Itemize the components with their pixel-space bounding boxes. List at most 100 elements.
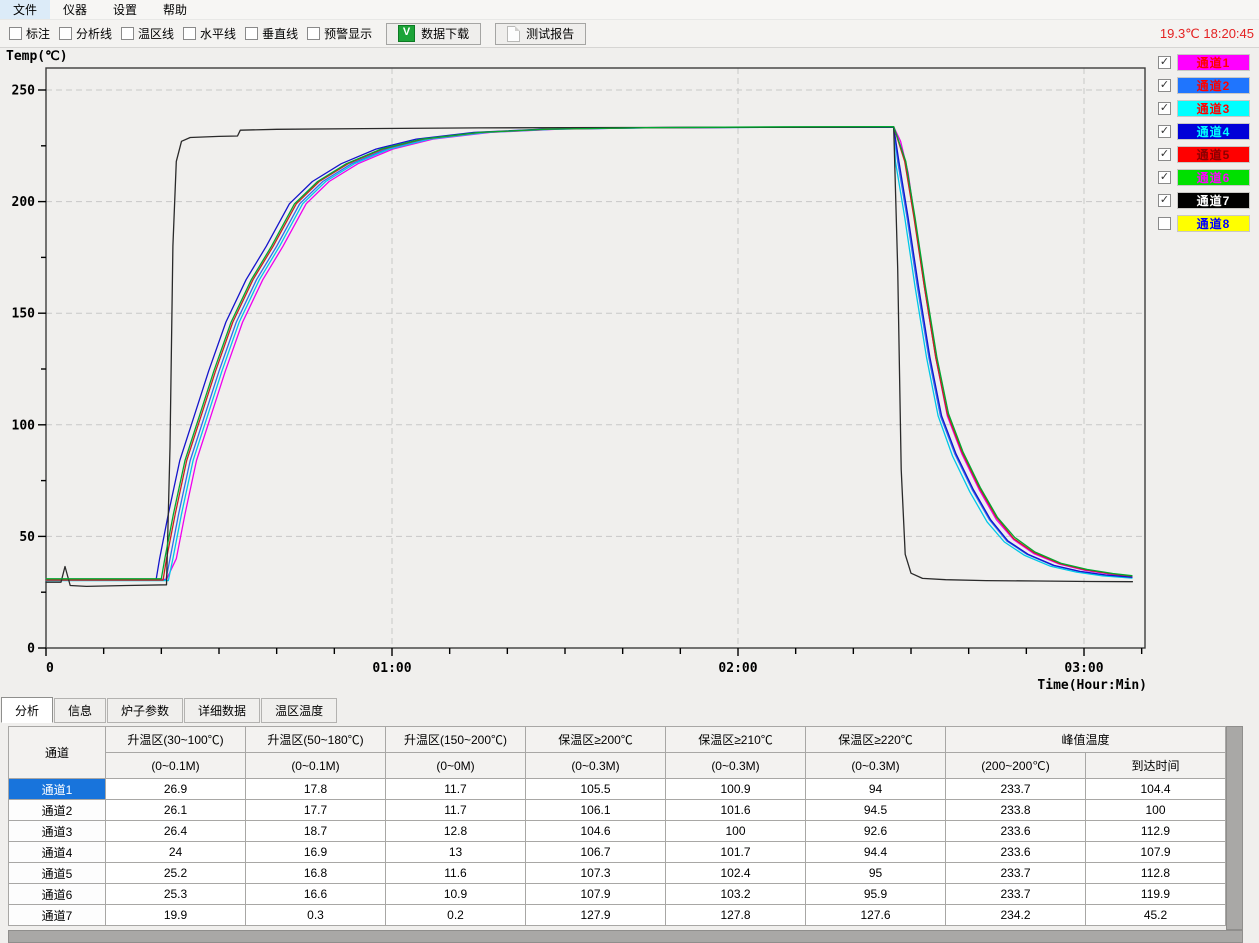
channel-label-chip[interactable]: 通道7 bbox=[1177, 192, 1250, 209]
toolbar-checkbox-2[interactable]: 分析线 bbox=[59, 25, 112, 42]
table-cell: 95.9 bbox=[806, 884, 946, 905]
channel-label-chip[interactable]: 通道5 bbox=[1177, 146, 1250, 163]
channel-checkbox[interactable]: ✓ bbox=[1158, 194, 1171, 207]
plot-frame bbox=[46, 68, 1145, 648]
column-header-sub: (0~0.3M) bbox=[526, 753, 666, 779]
column-header-group: 保温区≥200℃ bbox=[526, 727, 666, 753]
checkbox-icon[interactable] bbox=[59, 27, 72, 40]
channel-checkbox[interactable]: ✓ bbox=[1158, 171, 1171, 184]
row-header-channel[interactable]: 通道5 bbox=[9, 863, 106, 884]
data-download-button[interactable]: V数据下载 bbox=[386, 23, 481, 45]
table-row-channel-3[interactable]: 通道326.418.712.8104.610092.6233.6112.9 bbox=[9, 821, 1226, 842]
channel-legend: ✓ 通道1 ✓ 通道2 ✓ 通道3 ✓ 通道4 ✓ 通道5 ✓ 通道6 ✓ 通道7 通道8 bbox=[1158, 54, 1258, 238]
table-cell: 112.8 bbox=[1086, 863, 1226, 884]
channel-checkbox[interactable]: ✓ bbox=[1158, 125, 1171, 138]
menu-item-4[interactable]: 帮助 bbox=[150, 0, 200, 20]
series-line-通道6 bbox=[46, 127, 1132, 579]
column-header-sub: (0~0.1M) bbox=[106, 753, 246, 779]
checkbox-icon[interactable] bbox=[121, 27, 134, 40]
channel-label-chip[interactable]: 通道6 bbox=[1177, 169, 1250, 186]
channel-checkbox[interactable]: ✓ bbox=[1158, 102, 1171, 115]
toolbar-checkbox-label: 分析线 bbox=[76, 25, 112, 42]
column-header-group: 保温区≥220℃ bbox=[806, 727, 946, 753]
table-cell: 100 bbox=[666, 821, 806, 842]
row-header-channel[interactable]: 通道3 bbox=[9, 821, 106, 842]
table-cell: 26.9 bbox=[106, 779, 246, 800]
y-tick-label: 200 bbox=[12, 195, 36, 210]
toolbar-checkbox-4[interactable]: 水平线 bbox=[183, 25, 236, 42]
table-cell: 0.2 bbox=[386, 905, 526, 926]
table-cell: 24 bbox=[106, 842, 246, 863]
tab-2[interactable]: 信息 bbox=[54, 698, 106, 723]
series-line-通道1 bbox=[46, 127, 1132, 580]
table-header-row-1: 通道升温区(30~100℃)升温区(50~180℃)升温区(150~200℃)保… bbox=[9, 727, 1226, 753]
table-cell: 0.3 bbox=[246, 905, 386, 926]
table-cell: 127.9 bbox=[526, 905, 666, 926]
toolbar-checkbox-5[interactable]: 垂直线 bbox=[245, 25, 298, 42]
column-header-sub: (200~200℃) bbox=[946, 753, 1086, 779]
series-line-通道2 bbox=[46, 127, 1132, 580]
table-cell: 18.7 bbox=[246, 821, 386, 842]
table-row-channel-4[interactable]: 通道42416.913106.7101.794.4233.6107.9 bbox=[9, 842, 1226, 863]
legend-row-channel-2: ✓ 通道2 bbox=[1158, 77, 1258, 94]
toolbar-checkbox-6[interactable]: 预警显示 bbox=[307, 25, 372, 42]
channel-label-chip[interactable]: 通道3 bbox=[1177, 100, 1250, 117]
table-cell: 233.7 bbox=[946, 884, 1086, 905]
row-header-channel[interactable]: 通道6 bbox=[9, 884, 106, 905]
horizontal-scrollbar[interactable] bbox=[8, 930, 1243, 943]
checkbox-icon[interactable] bbox=[245, 27, 258, 40]
channel-checkbox[interactable]: ✓ bbox=[1158, 56, 1171, 69]
checkbox-icon[interactable] bbox=[307, 27, 320, 40]
table-row-channel-2[interactable]: 通道226.117.711.7106.1101.694.5233.8100 bbox=[9, 800, 1226, 821]
table-cell: 100.9 bbox=[666, 779, 806, 800]
table-cell: 104.4 bbox=[1086, 779, 1226, 800]
toolbar-checkbox-1[interactable]: 标注 bbox=[9, 25, 50, 42]
table-cell: 94.4 bbox=[806, 842, 946, 863]
table-cell: 25.3 bbox=[106, 884, 246, 905]
x-axis-title: Time(Hour:Min) bbox=[1037, 678, 1147, 693]
channel-label-chip[interactable]: 通道2 bbox=[1177, 77, 1250, 94]
tab-4[interactable]: 详细数据 bbox=[184, 698, 260, 723]
channel-label-chip[interactable]: 通道1 bbox=[1177, 54, 1250, 71]
table-row-channel-6[interactable]: 通道625.316.610.9107.9103.295.9233.7119.9 bbox=[9, 884, 1226, 905]
legend-row-channel-3: ✓ 通道3 bbox=[1158, 100, 1258, 117]
legend-row-channel-7: ✓ 通道7 bbox=[1158, 192, 1258, 209]
channel-checkbox[interactable] bbox=[1158, 217, 1171, 230]
table-row-channel-1[interactable]: 通道126.917.811.7105.5100.994233.7104.4 bbox=[9, 779, 1226, 800]
x-tick-label: 01:00 bbox=[372, 661, 411, 676]
menu-item-3[interactable]: 设置 bbox=[100, 0, 150, 20]
table-row-channel-7[interactable]: 通道719.90.30.2127.9127.8127.6234.245.2 bbox=[9, 905, 1226, 926]
temperature-chart: 050100150200250001:0002:0003:00Temp(℃)Ti… bbox=[0, 47, 1152, 699]
channel-checkbox[interactable]: ✓ bbox=[1158, 148, 1171, 161]
checkbox-icon[interactable] bbox=[183, 27, 196, 40]
tab-3[interactable]: 炉子参数 bbox=[107, 698, 183, 723]
x-tick-label: 0 bbox=[46, 661, 54, 676]
table-cell: 17.8 bbox=[246, 779, 386, 800]
row-header-channel[interactable]: 通道7 bbox=[9, 905, 106, 926]
legend-row-channel-8: 通道8 bbox=[1158, 215, 1258, 232]
table-row-channel-5[interactable]: 通道525.216.811.6107.3102.495233.7112.8 bbox=[9, 863, 1226, 884]
row-header-channel[interactable]: 通道1 bbox=[9, 779, 106, 800]
test-report-button[interactable]: 测试报告 bbox=[495, 23, 586, 45]
status-temp-time: 19.3℃ 18:20:45 bbox=[1160, 26, 1254, 42]
checkbox-icon[interactable] bbox=[9, 27, 22, 40]
channel-checkbox[interactable]: ✓ bbox=[1158, 79, 1171, 92]
table-cell: 102.4 bbox=[666, 863, 806, 884]
tab-5[interactable]: 温区温度 bbox=[261, 698, 337, 723]
menu-item-2[interactable]: 仪器 bbox=[50, 0, 100, 20]
table-cell: 127.6 bbox=[806, 905, 946, 926]
row-header-channel[interactable]: 通道2 bbox=[9, 800, 106, 821]
row-header-channel[interactable]: 通道4 bbox=[9, 842, 106, 863]
channel-label-chip[interactable]: 通道8 bbox=[1177, 215, 1250, 232]
menu-item-1[interactable]: 文件 bbox=[0, 0, 50, 20]
toolbar-button-label: 数据下载 bbox=[421, 25, 469, 42]
table-cell: 11.6 bbox=[386, 863, 526, 884]
toolbar-checkbox-3[interactable]: 温区线 bbox=[121, 25, 174, 42]
table-cell: 233.8 bbox=[946, 800, 1086, 821]
vertical-scrollbar[interactable] bbox=[1226, 726, 1243, 930]
channel-label-chip[interactable]: 通道4 bbox=[1177, 123, 1250, 140]
y-tick-label: 50 bbox=[19, 530, 35, 545]
tab-1[interactable]: 分析 bbox=[1, 697, 53, 723]
x-tick-label: 03:00 bbox=[1064, 661, 1103, 676]
table-cell: 107.9 bbox=[526, 884, 666, 905]
